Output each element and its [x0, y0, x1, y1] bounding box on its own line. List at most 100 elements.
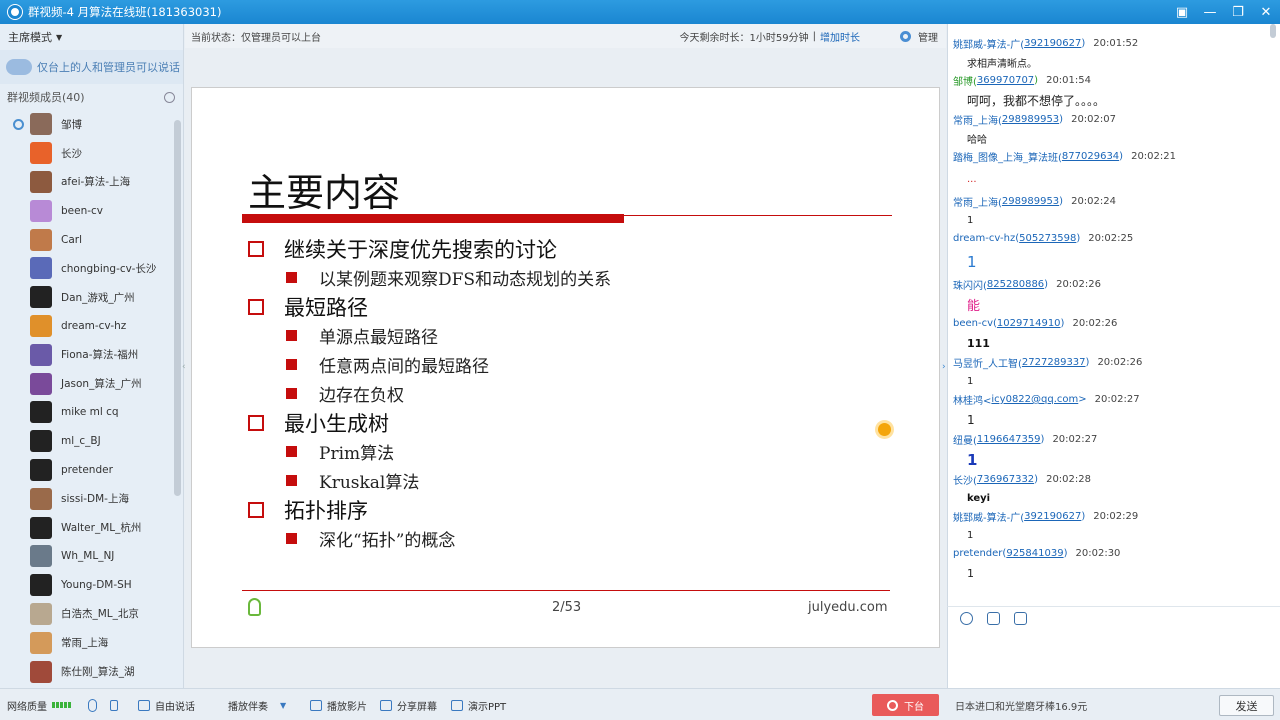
member-item[interactable]: ml_c_BJ	[0, 427, 172, 456]
sender-name[interactable]: 姚郅威-算法-广(	[953, 36, 1024, 51]
sender-name[interactable]: been-cv(	[953, 318, 997, 329]
sender-name[interactable]: 踏梅_图像_上海_算法班(	[953, 149, 1062, 164]
free-talk-button[interactable]: 自由说话	[138, 689, 195, 720]
bullet-text: 单源点最短路径	[319, 328, 438, 348]
member-item[interactable]: Dan_游戏_广州	[0, 283, 172, 312]
sender-id-close: )	[1034, 75, 1039, 86]
mode-selector[interactable]: 主席模式 ▼	[0, 24, 183, 50]
remaining-time: 今天剩余时长：1小时59分钟	[679, 32, 809, 44]
chat-panel[interactable]: 姚郅威-算法-广(392190627) 20:01:52 求相声清晰点。 邹博(369…	[947, 24, 1280, 606]
play-video-button[interactable]: 播放影片	[310, 689, 367, 720]
member-item[interactable]: Jason_算法_广州	[0, 369, 172, 398]
gear-icon[interactable]	[900, 30, 911, 42]
sender-id[interactable]: 877029634	[1062, 151, 1119, 162]
close-icon[interactable]: ✕	[1252, 0, 1280, 24]
message-time: 20:02:21	[1131, 151, 1176, 162]
speaker-icon[interactable]	[110, 689, 123, 720]
title-underline-thick	[242, 214, 624, 223]
sender-id[interactable]: icy0822@qq.com	[991, 394, 1078, 405]
image-icon[interactable]	[1014, 612, 1027, 625]
show-ppt-button[interactable]: 演示PPT	[451, 689, 506, 720]
member-list[interactable]: 邹博长沙 afei-算法-上海 been-cv Carl chongbing-cv-长沙…	[0, 110, 172, 688]
chat-message-text: 呵呵，我都不想停了。。。。	[967, 93, 1106, 108]
sender-id[interactable]: 1196647359	[977, 434, 1041, 445]
sender-name[interactable]: 常雨_上海(	[953, 194, 1002, 209]
leave-stage-button[interactable]: 下台	[872, 694, 939, 716]
sender-name[interactable]: 珠闪闪(	[953, 277, 987, 292]
member-item[interactable]: Wh_ML_NJ	[0, 542, 172, 571]
leave-stage-icon	[887, 699, 898, 711]
member-item[interactable]: 陈仕刚_算法_湖	[0, 657, 172, 686]
member-item[interactable]: 白浩杰_ML_北京	[0, 600, 172, 629]
scissors-icon[interactable]	[987, 612, 1000, 625]
member-item[interactable]: Walter_ML_杭州	[0, 513, 172, 542]
accompany-button[interactable]: 播放伴奏 ▼	[228, 689, 286, 720]
bottom-toolbar: 网络质量 自由说话 播放伴奏 ▼ 播放影片 分享屏幕 演示PPT 下台 日本进口…	[0, 688, 1280, 720]
skin-icon[interactable]: ▣	[1168, 0, 1196, 24]
chat-input[interactable]	[947, 630, 1280, 688]
sender-name[interactable]: 邹博(	[953, 73, 977, 88]
sender-name[interactable]: 马昱忻_人工智(	[953, 355, 1022, 370]
search-icon[interactable]	[164, 91, 175, 103]
message-time: 20:02:26	[1072, 318, 1118, 329]
emoji-icon[interactable]	[960, 612, 973, 625]
member-item[interactable]: 常雨_上海	[0, 628, 172, 657]
send-button[interactable]: 发送	[1219, 695, 1274, 716]
member-name: Carl	[61, 233, 82, 246]
chat-message-text: 1	[967, 375, 974, 387]
ad-link[interactable]: 日本进口和光堂磨牙棒16.9元	[955, 689, 1087, 720]
member-name: 邹博	[61, 118, 82, 131]
collapse-left-arrow-icon[interactable]: ‹	[182, 362, 186, 372]
sender-id[interactable]: 392190627	[1024, 38, 1081, 49]
share-screen-button[interactable]: 分享屏幕	[380, 689, 437, 720]
maximize-icon[interactable]: ❐	[1224, 0, 1252, 24]
sender-id[interactable]: 298989953	[1002, 196, 1059, 207]
message-time: 20:02:27	[1052, 434, 1098, 445]
collapse-right-arrow-icon[interactable]: ›	[942, 362, 946, 372]
member-item[interactable]: 长沙	[0, 139, 172, 168]
slide-sub-bullet: 以某例题来观察DFS和动态规划的关系	[248, 263, 908, 292]
chat-scrollbar[interactable]	[1270, 24, 1276, 38]
add-time-link[interactable]: 增加时长	[820, 29, 860, 44]
member-item[interactable]: Fiona-算法-福州	[0, 340, 172, 369]
sender-name[interactable]: pretender(	[953, 548, 1006, 559]
sender-name[interactable]: 纽曼(	[953, 432, 977, 447]
avatar	[30, 602, 52, 625]
member-item[interactable]: mike ml cq	[0, 398, 172, 427]
member-item[interactable]: dream-cv-hz	[0, 312, 172, 341]
member-item[interactable]: Young-DM-SH	[0, 571, 172, 600]
left-panel: 主席模式 ▼ 仅台上的人和管理员可以说话 群视频成员(40) 邹博 长沙 afei-…	[0, 24, 184, 688]
accompany-label: 播放伴奏	[228, 701, 268, 713]
bullet-text: 拓扑排序	[284, 498, 368, 523]
avatar	[30, 286, 52, 309]
member-item[interactable]: afei-算法-上海	[0, 168, 172, 197]
sender-id[interactable]: 369970707	[977, 75, 1034, 86]
chat-toolbar	[947, 606, 1280, 630]
avatar	[30, 199, 52, 222]
sender-name[interactable]: 常雨_上海(	[953, 112, 1002, 127]
chevron-down-icon[interactable]: ▼	[280, 701, 286, 710]
member-item[interactable]: Carl	[0, 225, 172, 254]
minimize-icon[interactable]: —	[1196, 0, 1224, 24]
sender-id[interactable]: 392190627	[1024, 511, 1081, 522]
sender-id[interactable]: 925841039	[1006, 548, 1063, 559]
slide-page-number: 2/53	[552, 600, 582, 615]
sender-id[interactable]: 825280886	[987, 279, 1044, 290]
sender-id[interactable]: 298989953	[1002, 114, 1059, 125]
sender-id[interactable]: 505273598	[1019, 233, 1076, 244]
manage-button[interactable]: 管理	[918, 29, 938, 44]
sender-name[interactable]: 长沙(	[953, 472, 977, 487]
sender-name[interactable]: dream-cv-hz(	[953, 233, 1019, 244]
sender-name[interactable]: 姚郅威-算法-广(	[953, 509, 1024, 524]
member-item[interactable]: been-cv	[0, 196, 172, 225]
sender-name[interactable]: 林桂鸿<	[953, 392, 991, 407]
member-item[interactable]: sissi-DM-上海	[0, 484, 172, 513]
sender-id[interactable]: 1029714910	[997, 318, 1061, 329]
sender-id[interactable]: 2727289337	[1022, 357, 1086, 368]
member-item[interactable]: 邹博	[0, 110, 172, 139]
member-item[interactable]: chongbing-cv-长沙	[0, 254, 172, 283]
member-item[interactable]: pretender	[0, 456, 172, 485]
microphone-icon[interactable]	[88, 689, 102, 720]
member-list-scrollbar[interactable]	[174, 120, 181, 496]
sender-id[interactable]: 736967332	[977, 474, 1034, 485]
